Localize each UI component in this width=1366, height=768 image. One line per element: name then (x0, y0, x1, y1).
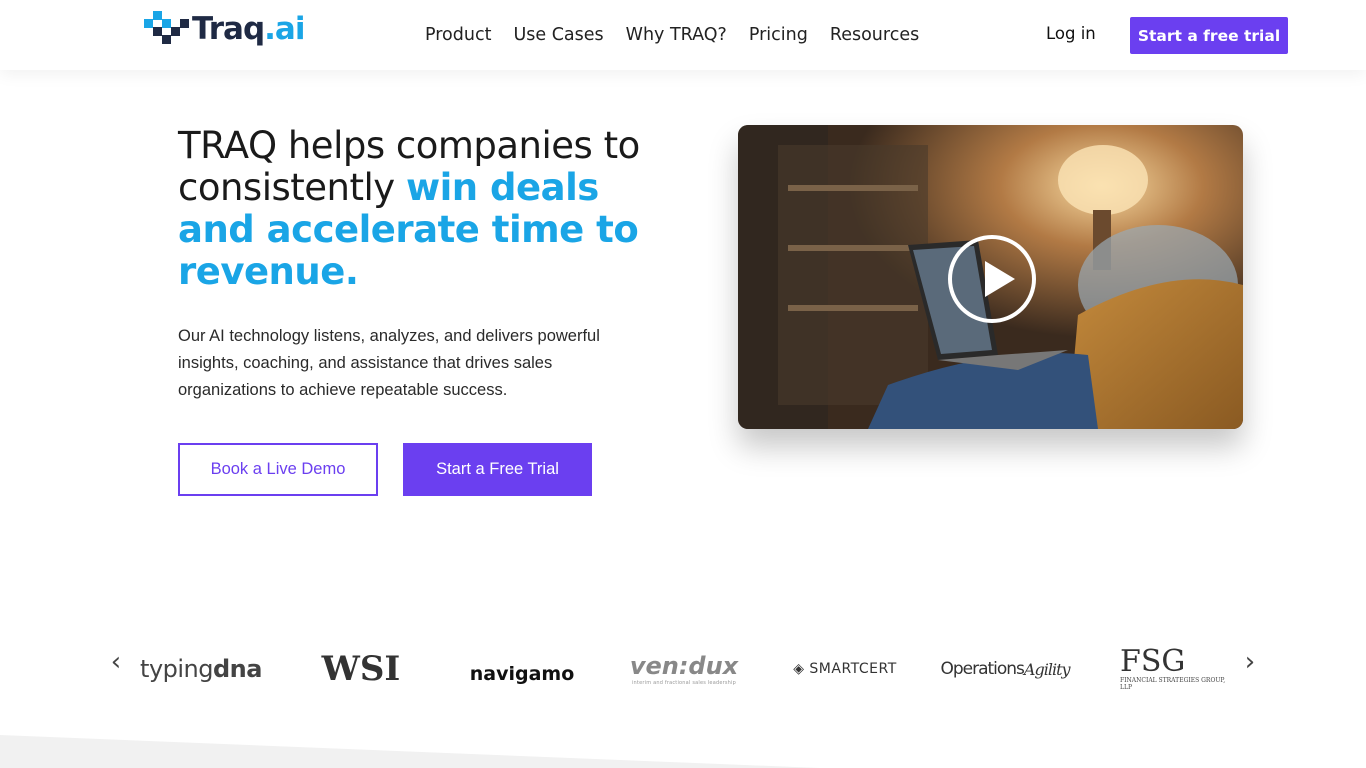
section-divider (0, 735, 820, 768)
site-header: Traq.ai Product Use Cases Why TRAQ? Pric… (0, 0, 1366, 70)
logo-navigamo: navigamo (469, 663, 575, 685)
logo-operations-agility: Operations Agility (940, 645, 1070, 693)
main-nav: Product Use Cases Why TRAQ? Pricing Reso… (425, 22, 941, 48)
operations-text: Operations (940, 659, 1024, 679)
logo-wsi: WSI (321, 649, 401, 689)
start-free-trial-button[interactable]: Start a Free Trial (403, 443, 592, 496)
logo-typingdna: typing dna (140, 645, 262, 693)
logo-text-main: Traq (192, 11, 265, 47)
hero-subtext: Our AI technology listens, analyzes, and… (178, 327, 600, 399)
book-live-demo-button[interactable]: Book a Live Demo (178, 443, 378, 496)
logo-vendux: ven:dux interim and fractional sales lead… (624, 645, 744, 693)
nav-resources[interactable]: Resources (830, 22, 919, 48)
nav-product[interactable]: Product (425, 22, 491, 48)
traq-logo[interactable]: Traq.ai (144, 8, 305, 48)
nav-pricing[interactable]: Pricing (749, 22, 808, 48)
logo-fsg: FSG FINANCIAL STRATEGIES GROUP, LLP (1120, 645, 1226, 693)
nav-use-cases[interactable]: Use Cases (513, 22, 603, 48)
typingdna-part-a: typing (140, 655, 213, 683)
logo-text-ai: .ai (264, 11, 305, 47)
hero-headline: TRAQ helps companies to consistently win… (178, 125, 648, 293)
nav-why-traq[interactable]: Why TRAQ? (626, 22, 727, 48)
login-link[interactable]: Log in (1046, 24, 1096, 43)
chevron-right-icon[interactable]: › (1240, 647, 1260, 677)
chevron-left-icon[interactable]: ‹ (106, 647, 126, 677)
agility-text: Agility (1023, 659, 1071, 679)
fsg-text: FSG (1120, 644, 1186, 679)
logo-mark-icon (144, 11, 190, 45)
logo-text: Traq.ai (192, 11, 305, 47)
play-icon[interactable] (948, 235, 1036, 323)
vendux-tagline: interim and fractional sales leadership (631, 680, 737, 686)
logo-smartcert: ◈ SMARTCERT (793, 661, 897, 677)
start-free-trial-header-button[interactable]: Start a free trial (1130, 17, 1288, 54)
vendux-text: ven:dux (629, 652, 739, 680)
hero-video[interactable] (738, 125, 1243, 429)
fsg-tagline: FINANCIAL STRATEGIES GROUP, LLP (1120, 677, 1226, 691)
typingdna-part-b: dna (213, 655, 262, 683)
